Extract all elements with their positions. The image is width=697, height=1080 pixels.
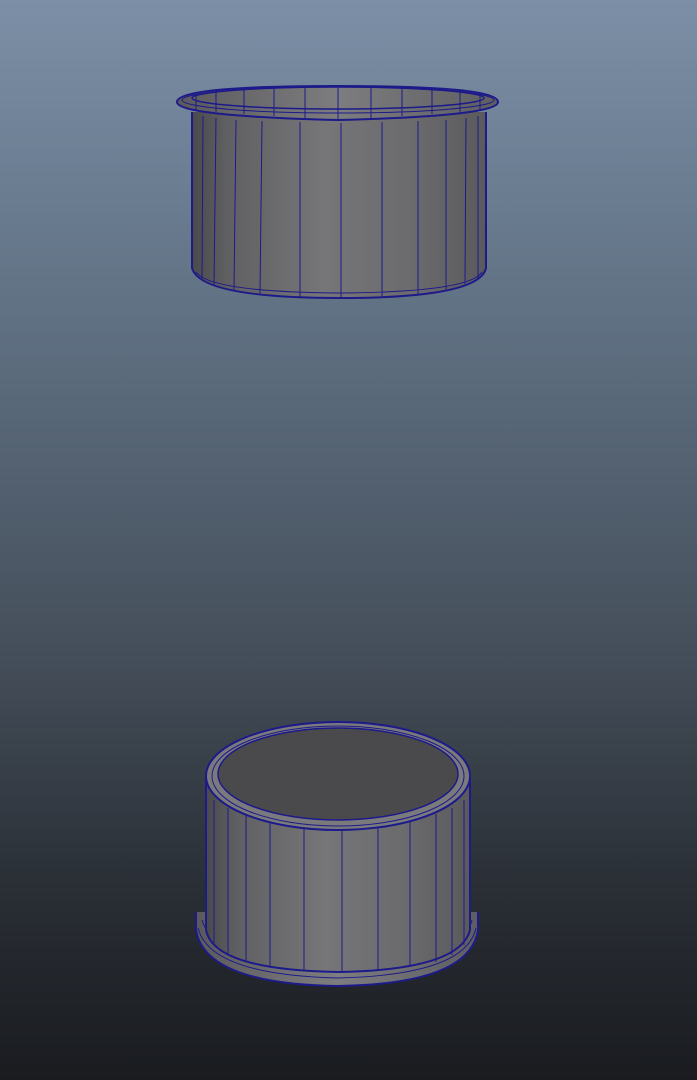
lid-top-face [217,727,459,821]
cup-mesh[interactable] [175,84,500,300]
lid-mesh[interactable] [195,721,479,988]
3d-viewport[interactable] [0,0,697,1080]
